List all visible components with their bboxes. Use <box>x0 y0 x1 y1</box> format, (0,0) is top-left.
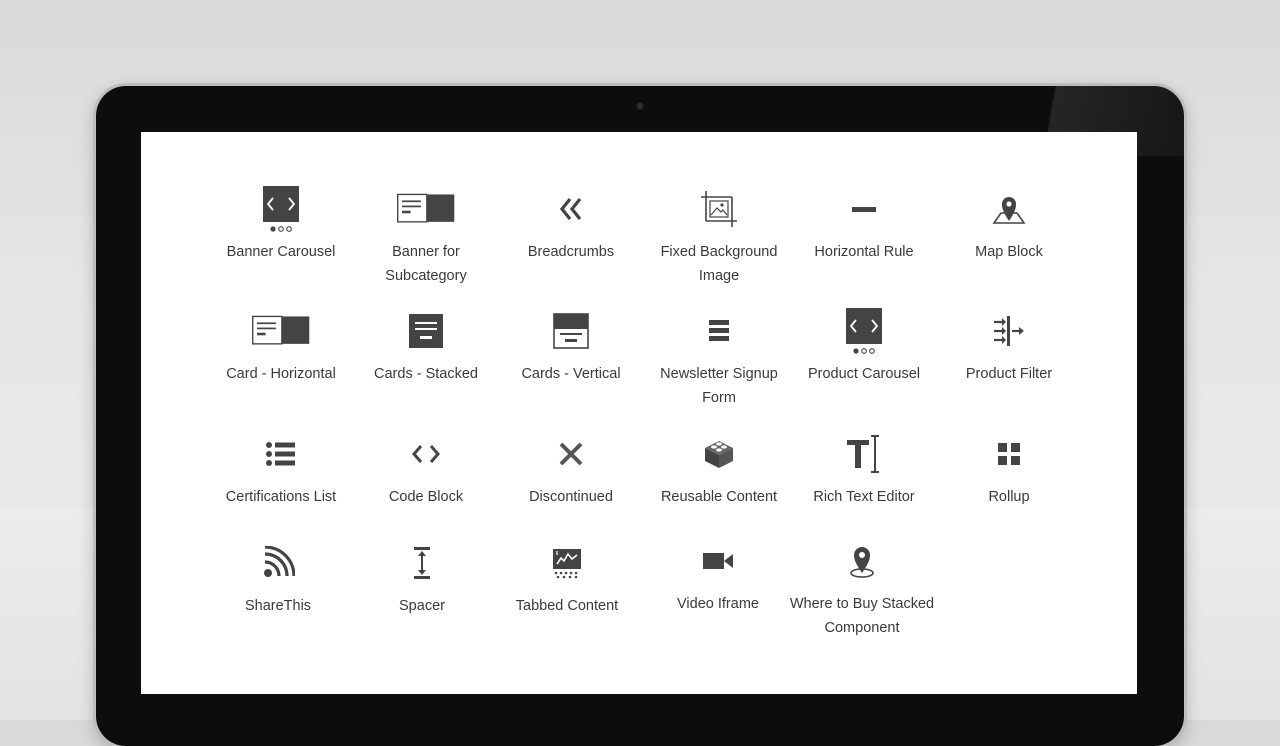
location-pin-icon <box>832 536 892 586</box>
component-label: Banner Carousel <box>226 244 336 260</box>
component-map-block[interactable]: Map Block <box>934 184 1084 264</box>
tabbed-chart-icon <box>537 538 597 588</box>
component-picker-screen: Banner Carousel Banner for Subcategory B… <box>141 132 1137 694</box>
component-certifications-list[interactable]: Certifications List <box>206 429 356 509</box>
filter-arrows-icon <box>979 306 1039 356</box>
component-banner-carousel[interactable]: Banner Carousel <box>206 184 356 264</box>
component-label: Tabbed Content <box>515 598 619 614</box>
component-rollup[interactable]: Rollup <box>934 429 1084 509</box>
component-label: Code Block <box>388 489 464 505</box>
crop-image-icon <box>689 184 749 234</box>
double-chevron-left-icon <box>541 184 601 234</box>
card-horizontal-icon <box>251 306 311 356</box>
lego-block-icon <box>689 429 749 479</box>
component-code-block[interactable]: Code Block <box>351 429 501 509</box>
component-newsletter-signup-form[interactable]: Newsletter Signup Form <box>644 306 794 410</box>
x-icon <box>541 429 601 479</box>
component-label: ShareThis <box>244 598 312 614</box>
component-label: Rollup <box>988 489 1030 505</box>
component-discontinued[interactable]: Discontinued <box>496 429 646 509</box>
component-banner-for-subcategory[interactable]: Banner for Subcategory <box>351 184 501 288</box>
component-label: Rich Text Editor <box>813 489 915 505</box>
carousel-icon <box>251 184 311 234</box>
component-label: Discontinued <box>529 489 613 505</box>
component-label: Fixed Background Image <box>660 244 778 284</box>
cards-vertical-icon <box>541 306 601 356</box>
component-label: Certifications List <box>225 489 337 505</box>
component-label: Reusable Content <box>660 489 778 505</box>
banner-icon <box>396 184 456 234</box>
component-label: Horizontal Rule <box>814 244 914 260</box>
grid-squares-icon <box>979 429 1039 479</box>
component-label: Card - Horizontal <box>226 366 336 382</box>
component-label: Newsletter Signup Form <box>660 366 778 406</box>
component-tabbed-content[interactable]: Tabbed Content <box>492 538 642 618</box>
component-where-to-buy-stacked[interactable]: Where to Buy Stacked Component <box>787 536 937 640</box>
webcam <box>637 103 643 109</box>
component-grid: Banner Carousel Banner for Subcategory B… <box>141 132 1137 694</box>
component-breadcrumbs[interactable]: Breadcrumbs <box>496 184 646 264</box>
map-pin-icon <box>979 184 1039 234</box>
text-cursor-icon <box>834 429 894 479</box>
component-rich-text-editor[interactable]: Rich Text Editor <box>789 429 939 509</box>
component-fixed-background-image[interactable]: Fixed Background Image <box>644 184 794 288</box>
component-label: Where to Buy Stacked Component <box>789 596 935 636</box>
component-label: Spacer <box>399 598 445 614</box>
code-icon <box>396 429 456 479</box>
cards-stacked-icon <box>396 306 456 356</box>
component-label: Product Filter <box>965 366 1053 382</box>
monitor-frame: Banner Carousel Banner for Subcategory B… <box>96 86 1184 746</box>
component-card-horizontal[interactable]: Card - Horizontal <box>206 306 356 386</box>
video-camera-icon <box>688 536 748 586</box>
component-cards-stacked[interactable]: Cards - Stacked <box>351 306 501 386</box>
component-horizontal-rule[interactable]: Horizontal Rule <box>789 184 939 264</box>
component-product-filter[interactable]: Product Filter <box>934 306 1084 386</box>
component-label: Cards - Stacked <box>374 366 478 382</box>
component-product-carousel[interactable]: Product Carousel <box>789 306 939 386</box>
vertical-spacer-icon <box>392 538 452 588</box>
component-label: Breadcrumbs <box>527 244 615 260</box>
minus-icon <box>834 184 894 234</box>
rss-icon <box>248 538 308 588</box>
component-label: Product Carousel <box>807 366 921 382</box>
component-label: Cards - Vertical <box>521 366 621 382</box>
component-reusable-content[interactable]: Reusable Content <box>644 429 794 509</box>
list-icon <box>251 429 311 479</box>
component-label: Video Iframe <box>677 596 759 612</box>
stacked-bars-icon <box>689 306 749 356</box>
component-sharethis[interactable]: ShareThis <box>203 538 353 618</box>
component-video-iframe[interactable]: Video Iframe <box>643 536 793 616</box>
component-label: Banner for Subcategory <box>385 244 467 284</box>
component-cards-vertical[interactable]: Cards - Vertical <box>496 306 646 386</box>
carousel-icon <box>834 306 894 356</box>
component-label: Map Block <box>975 244 1043 260</box>
component-spacer[interactable]: Spacer <box>347 538 497 618</box>
